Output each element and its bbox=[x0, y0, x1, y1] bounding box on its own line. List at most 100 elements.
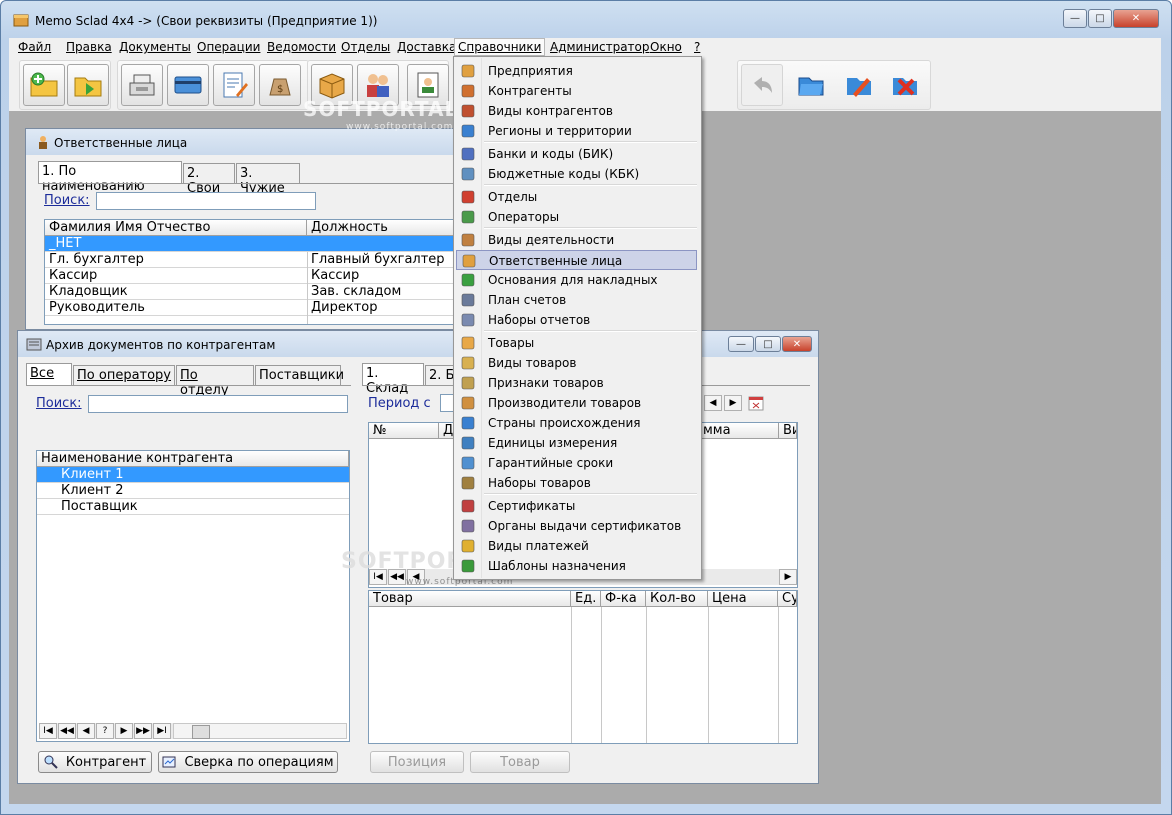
menu-statements[interactable]: Ведомости bbox=[264, 40, 339, 54]
responsible-grid[interactable]: Фамилия Имя Отчество Должность _НЕТ Гл. … bbox=[44, 219, 466, 325]
contractor-list[interactable]: Наименование контрагента Клиент 1 Клиент… bbox=[36, 450, 350, 742]
maximize-button[interactable]: □ bbox=[1088, 9, 1112, 28]
archive-minimize-button[interactable]: — bbox=[728, 336, 754, 352]
nav-first-button[interactable]: I◀ bbox=[39, 723, 57, 739]
contractor-button[interactable]: Контрагент bbox=[38, 751, 152, 773]
menu-item-3[interactable]: Виды контрагентов bbox=[456, 101, 697, 121]
menu-edit[interactable]: Правка bbox=[63, 40, 115, 54]
tab-by-department[interactable]: По отделу bbox=[176, 365, 254, 398]
minimize-button[interactable]: — bbox=[1063, 9, 1087, 28]
list-item[interactable]: Поставщик bbox=[37, 499, 349, 515]
table-cell[interactable]: Кассир bbox=[307, 268, 465, 284]
folder-add-icon[interactable] bbox=[23, 64, 65, 106]
tab-foreign[interactable]: 3. Чужие bbox=[236, 163, 300, 196]
table-cell[interactable]: Зав. складом bbox=[307, 284, 465, 300]
menu-item-10[interactable]: Ответственные лица bbox=[456, 250, 697, 270]
folder-arrow-icon[interactable] bbox=[67, 64, 109, 106]
goods-col-qty[interactable]: Кол-во bbox=[646, 591, 708, 607]
tab-own[interactable]: 2. Свои bbox=[183, 163, 235, 196]
menu-item-15[interactable]: Виды товаров bbox=[456, 353, 697, 373]
goods-grid[interactable]: Товар Ед. Ф-ка Кол-во Цена Су bbox=[368, 590, 798, 744]
menu-item-8[interactable]: Операторы bbox=[456, 207, 697, 227]
tab-by-operator[interactable]: По оператору bbox=[73, 365, 175, 385]
goods-col-price[interactable]: Цена bbox=[708, 591, 778, 607]
nav-last-button[interactable]: ▶I bbox=[153, 723, 171, 739]
doc-col-type[interactable]: Ви bbox=[779, 423, 797, 439]
archive-close-button[interactable]: ✕ bbox=[782, 336, 812, 352]
money-bag-icon[interactable]: $ bbox=[259, 64, 301, 106]
contractor-header[interactable]: Наименование контрагента bbox=[37, 451, 349, 467]
tab-all[interactable]: Все bbox=[26, 363, 72, 385]
menu-item-23[interactable]: Органы выдачи сертификатов bbox=[456, 516, 697, 536]
menu-item-25[interactable]: Шаблоны назначения bbox=[456, 556, 697, 576]
scroll-thumb[interactable] bbox=[192, 725, 210, 739]
menu-item-24[interactable]: Виды платежей bbox=[456, 536, 697, 556]
doc-col-sum[interactable]: мма bbox=[699, 423, 779, 439]
nav-search-button[interactable]: ? bbox=[96, 723, 114, 739]
goods-col-name[interactable]: Товар bbox=[369, 591, 571, 607]
menu-item-14[interactable]: Товары bbox=[456, 333, 697, 353]
delete-icon[interactable] bbox=[885, 64, 925, 104]
menu-item-20[interactable]: Гарантийные сроки bbox=[456, 453, 697, 473]
table-row[interactable]: Кассир bbox=[45, 268, 307, 284]
archive-maximize-button[interactable]: □ bbox=[755, 336, 781, 352]
list-item[interactable]: Клиент 1 bbox=[37, 467, 349, 483]
period-prev-button[interactable]: ◀ bbox=[704, 395, 722, 411]
menu-file[interactable]: Файл bbox=[15, 40, 54, 54]
card-icon[interactable] bbox=[167, 64, 209, 106]
menu-item-16[interactable]: Признаки товаров bbox=[456, 373, 697, 393]
close-button[interactable]: ✕ bbox=[1113, 9, 1159, 28]
edit-pencil-icon[interactable] bbox=[839, 64, 879, 104]
menu-window[interactable]: Окно bbox=[647, 40, 685, 54]
goods-col-unit[interactable]: Ед. bbox=[571, 591, 601, 607]
tab-warehouse[interactable]: 1. Склад bbox=[362, 363, 424, 396]
menu-departments[interactable]: Отделы bbox=[338, 40, 393, 54]
menu-delivery[interactable]: Доставка bbox=[394, 40, 459, 54]
nav-prev-page-button[interactable]: ◀◀ bbox=[58, 723, 76, 739]
title-bar[interactable]: Memo Sclad 4x4 -> (Свои реквизиты (Предп… bbox=[1, 1, 1171, 39]
menu-help[interactable]: ? bbox=[691, 40, 703, 54]
doc-nav-next-button[interactable]: ▶ bbox=[779, 569, 797, 585]
menu-item-12[interactable]: План счетов bbox=[456, 290, 697, 310]
horizontal-scrollbar[interactable] bbox=[173, 723, 347, 739]
menu-item-18[interactable]: Страны происхождения bbox=[456, 413, 697, 433]
menu-admin[interactable]: Администратор bbox=[547, 40, 653, 54]
table-cell[interactable]: Директор bbox=[307, 300, 465, 316]
document-edit-icon[interactable] bbox=[213, 64, 255, 106]
menu-item-21[interactable]: Наборы товаров bbox=[456, 473, 697, 493]
menu-references[interactable]: Справочники bbox=[454, 38, 546, 56]
nav-next-page-button[interactable]: ▶▶ bbox=[134, 723, 152, 739]
responsible-window-titlebar[interactable]: Ответственные лица bbox=[26, 129, 466, 155]
position-button[interactable]: Позиция bbox=[370, 751, 464, 773]
doc-col-number[interactable]: № bbox=[369, 423, 439, 439]
table-row[interactable]: Руководитель bbox=[45, 300, 307, 316]
calendar-icon[interactable] bbox=[748, 395, 764, 411]
col-fio-header[interactable]: Фамилия Имя Отчество bbox=[45, 220, 307, 236]
tab-by-name[interactable]: 1. По наименованию bbox=[38, 161, 182, 194]
menu-item-6[interactable]: Бюджетные коды (КБК) bbox=[456, 164, 697, 184]
tab-suppliers[interactable]: Поставщики bbox=[255, 365, 344, 385]
list-item[interactable]: Клиент 2 bbox=[37, 483, 349, 499]
table-row[interactable]: Гл. бухгалтер bbox=[45, 252, 307, 268]
menu-item-13[interactable]: Наборы отчетов bbox=[456, 310, 697, 330]
cash-register-icon[interactable] bbox=[121, 64, 163, 106]
col-position-header[interactable]: Должность bbox=[307, 220, 465, 236]
nav-next-button[interactable]: ▶ bbox=[115, 723, 133, 739]
menu-item-9[interactable]: Виды деятельности bbox=[456, 230, 697, 250]
menu-item-5[interactable]: Банки и коды (БИК) bbox=[456, 144, 697, 164]
menu-item-1[interactable]: Предприятия bbox=[456, 61, 697, 81]
menu-item-17[interactable]: Производители товаров bbox=[456, 393, 697, 413]
menu-operations[interactable]: Операции bbox=[194, 40, 263, 54]
menu-documents[interactable]: Документы bbox=[116, 40, 194, 54]
goods-col-factory[interactable]: Ф-ка bbox=[601, 591, 646, 607]
archive-search-input[interactable] bbox=[88, 395, 348, 413]
menu-item-19[interactable]: Единицы измерения bbox=[456, 433, 697, 453]
goods-col-sum[interactable]: Су bbox=[778, 591, 797, 607]
goods-button[interactable]: Товар bbox=[470, 751, 570, 773]
table-row[interactable]: Кладовщик bbox=[45, 284, 307, 300]
nav-prev-button[interactable]: ◀ bbox=[77, 723, 95, 739]
table-cell[interactable]: Главный бухгалтер bbox=[307, 252, 465, 268]
search-input[interactable] bbox=[96, 192, 316, 210]
menu-item-4[interactable]: Регионы и территории bbox=[456, 121, 697, 141]
table-row[interactable]: _НЕТ bbox=[45, 236, 465, 252]
